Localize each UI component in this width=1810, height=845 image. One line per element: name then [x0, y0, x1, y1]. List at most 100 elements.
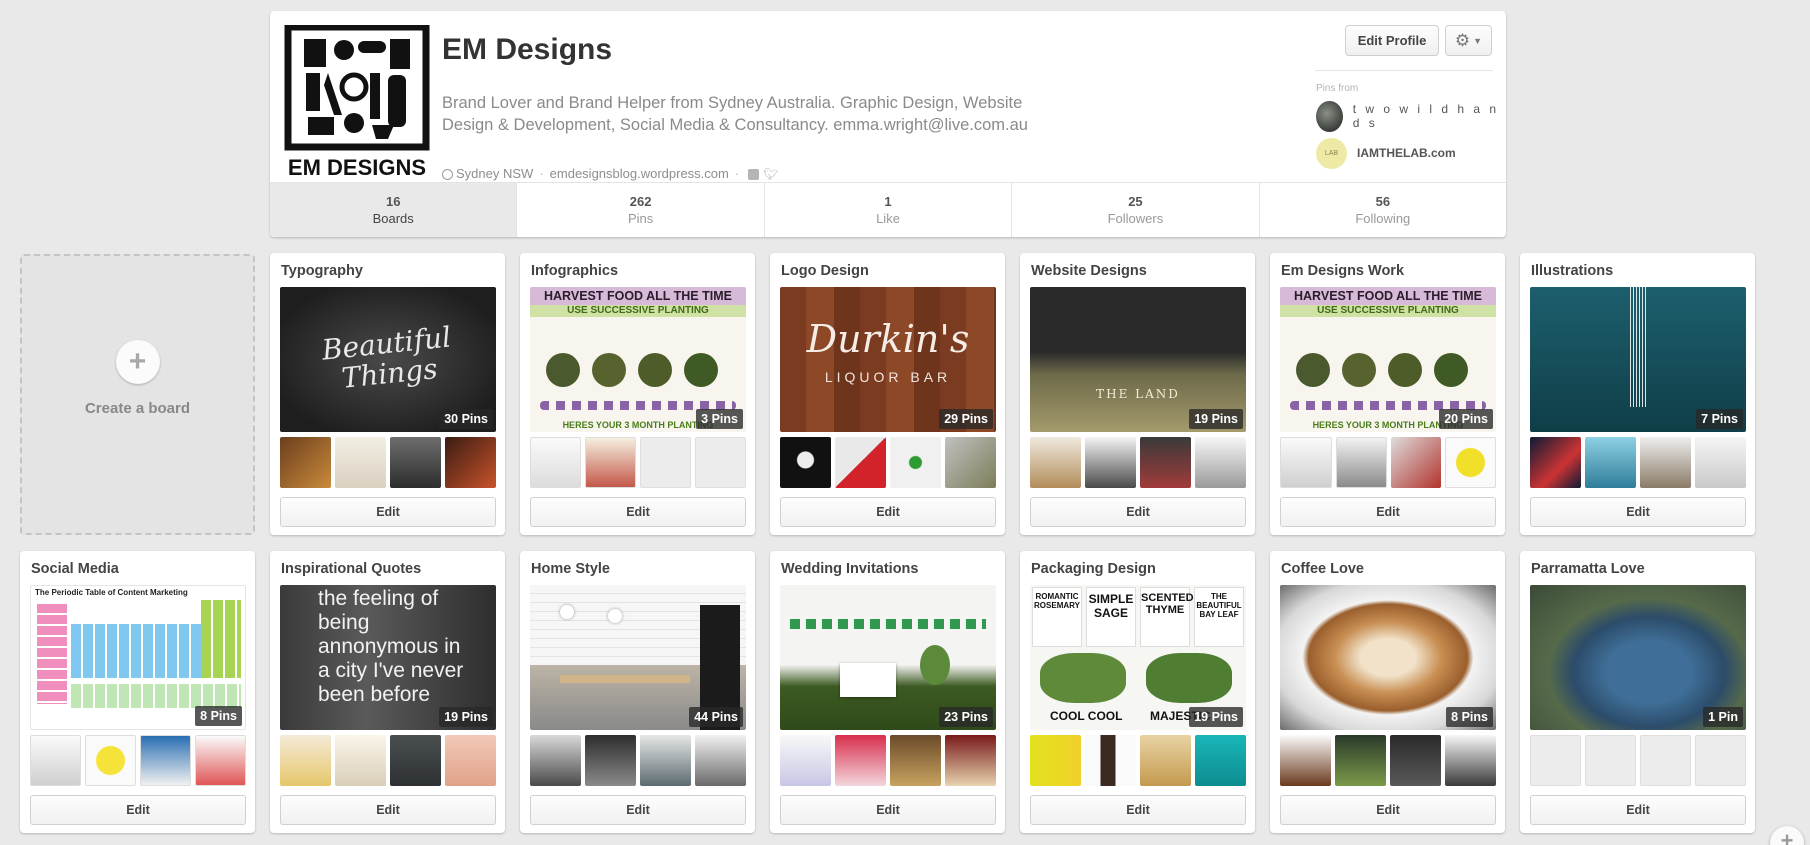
stat-boards[interactable]: 16 Boards: [270, 183, 518, 237]
board-edit-button[interactable]: Edit: [1280, 795, 1496, 825]
profile-avatar[interactable]: EM DESIGNS: [284, 25, 430, 181]
board-edit-button[interactable]: Edit: [1530, 497, 1746, 527]
twitter-icon[interactable]: 🐦︎: [763, 167, 778, 181]
board-cover[interactable]: The Periodic Table of Content Marketing …: [30, 585, 246, 730]
board-cover[interactable]: Beautiful Things 30 Pins: [280, 287, 496, 432]
edit-profile-button[interactable]: Edit Profile: [1345, 25, 1439, 56]
board-card[interactable]: Coffee Love 8 Pins Edit: [1270, 551, 1505, 833]
thumbnail[interactable]: [280, 735, 331, 786]
thumbnail[interactable]: [335, 735, 386, 786]
thumbnail[interactable]: [195, 735, 246, 786]
board-card[interactable]: Wedding Invitations 23 Pins Edit: [770, 551, 1005, 833]
board-card[interactable]: Infographics HARVEST FOOD ALL THE TIME U…: [520, 253, 755, 535]
thumbnail[interactable]: [1530, 437, 1581, 488]
board-cover[interactable]: 23 Pins: [780, 585, 996, 730]
thumbnail[interactable]: [1391, 437, 1441, 488]
board-card[interactable]: Packaging Design ROMANTIC ROSEMARY SIMPL…: [1020, 551, 1255, 833]
thumbnail[interactable]: [1640, 437, 1691, 488]
stat-followers[interactable]: 25 Followers: [1012, 183, 1260, 237]
settings-button[interactable]: ⚙ ▼: [1445, 25, 1492, 56]
thumbnail[interactable]: [945, 735, 996, 786]
thumbnail[interactable]: [640, 735, 691, 786]
thumbnail[interactable]: [1280, 437, 1332, 488]
thumbnail[interactable]: [1085, 735, 1136, 786]
thumbnail[interactable]: [835, 735, 886, 786]
board-edit-button[interactable]: Edit: [1030, 795, 1246, 825]
board-card[interactable]: Logo Design Durkin's LIQUOR BAR 29 Pins …: [770, 253, 1005, 535]
board-edit-button[interactable]: Edit: [280, 795, 496, 825]
thumbnail[interactable]: [1335, 735, 1386, 786]
board-card[interactable]: Parramatta Love 1 Pin Edit: [1520, 551, 1755, 833]
thumbnail[interactable]: [890, 437, 941, 488]
thumbnail[interactable]: [1695, 437, 1746, 488]
board-cover[interactable]: HARVEST FOOD ALL THE TIME USE SUCCESSIVE…: [530, 287, 746, 432]
board-cover[interactable]: 44 Pins: [530, 585, 746, 730]
board-edit-button[interactable]: Edit: [1030, 497, 1246, 527]
stat-following[interactable]: 56 Following: [1259, 183, 1506, 237]
stat-likes[interactable]: 1 Like: [764, 183, 1013, 237]
board-card[interactable]: Website Designs THE LAND 19 Pins Edit: [1020, 253, 1255, 535]
thumbnail[interactable]: [1585, 437, 1636, 488]
board-edit-button[interactable]: Edit: [530, 795, 746, 825]
thumbnail[interactable]: [280, 437, 331, 488]
thumbnail[interactable]: [390, 735, 441, 786]
board-edit-button[interactable]: Edit: [280, 497, 496, 527]
thumbnail[interactable]: [890, 735, 941, 786]
thumbnail[interactable]: [1195, 735, 1246, 786]
thumbnail[interactable]: [695, 735, 746, 786]
thumbnail[interactable]: [1444, 437, 1496, 488]
thumbnail[interactable]: [530, 735, 581, 786]
stat-pins[interactable]: 262 Pins: [517, 183, 765, 237]
thumbnail[interactable]: [85, 735, 136, 786]
board-cover[interactable]: 8 Pins: [1280, 585, 1496, 730]
thumbnail[interactable]: [1445, 735, 1496, 786]
board-edit-button[interactable]: Edit: [530, 497, 746, 527]
board-card[interactable]: Em Designs Work HARVEST FOOD ALL THE TIM…: [1270, 253, 1505, 535]
board-cover[interactable]: ROMANTIC ROSEMARY SIMPLE SAGE SCENTED TH…: [1030, 585, 1246, 730]
thumbnail[interactable]: [445, 437, 496, 488]
thumbnail[interactable]: [835, 437, 886, 488]
profile-website-link[interactable]: emdesignsblog.wordpress.com: [550, 166, 729, 181]
board-edit-button[interactable]: Edit: [30, 795, 246, 825]
thumbnail[interactable]: [530, 437, 581, 488]
thumbnail[interactable]: [1030, 735, 1081, 786]
thumbnail[interactable]: [1140, 735, 1191, 786]
thumbnail[interactable]: [140, 735, 191, 786]
board-edit-button[interactable]: Edit: [780, 497, 996, 527]
pins-from-item[interactable]: LAB IAMTHELAB.com: [1316, 137, 1506, 169]
thumbnail[interactable]: [1140, 437, 1191, 488]
board-edit-button[interactable]: Edit: [1280, 497, 1496, 527]
thumbnail[interactable]: [1030, 437, 1081, 488]
board-cover[interactable]: HARVEST FOOD ALL THE TIME USE SUCCESSIVE…: [1280, 287, 1496, 432]
thumbnail[interactable]: [445, 735, 496, 786]
thumbnail[interactable]: [335, 437, 386, 488]
board-card[interactable]: Inspirational Quotes the feeling of bein…: [270, 551, 505, 833]
thumbnail[interactable]: [30, 735, 81, 786]
facebook-icon[interactable]: [748, 169, 760, 180]
thumbnail[interactable]: [780, 735, 831, 786]
thumbnail[interactable]: [1085, 437, 1136, 488]
thumbnail[interactable]: [1280, 735, 1331, 786]
board-cover[interactable]: Durkin's LIQUOR BAR 29 Pins: [780, 287, 996, 432]
add-pin-button[interactable]: +: [1770, 826, 1804, 845]
board-edit-button[interactable]: Edit: [1530, 795, 1746, 825]
thumbnail[interactable]: [1195, 437, 1246, 488]
thumbnail[interactable]: [1335, 437, 1387, 488]
thumbnail[interactable]: [1390, 735, 1441, 786]
board-cover[interactable]: the feeling of being annonymous in a cit…: [280, 585, 496, 730]
thumbnail[interactable]: [945, 437, 996, 488]
board-card[interactable]: Illustrations 7 Pins Edit: [1520, 253, 1755, 535]
board-card[interactable]: Home Style 44 Pins Edit: [520, 551, 755, 833]
pins-from-item[interactable]: t w o w i l d h a n d s: [1316, 100, 1506, 132]
board-edit-button[interactable]: Edit: [780, 795, 996, 825]
thumbnail[interactable]: [585, 437, 636, 488]
board-card[interactable]: Typography Beautiful Things 30 Pins Edit: [270, 253, 505, 535]
thumbnail[interactable]: [585, 735, 636, 786]
board-cover[interactable]: 1 Pin: [1530, 585, 1746, 730]
create-board-button[interactable]: + Create a board: [20, 254, 255, 535]
board-card[interactable]: Social Media The Periodic Table of Conte…: [20, 551, 255, 833]
thumbnail[interactable]: [780, 437, 831, 488]
thumbnail[interactable]: [390, 437, 441, 488]
board-cover[interactable]: 7 Pins: [1530, 287, 1746, 432]
board-cover[interactable]: THE LAND 19 Pins: [1030, 287, 1246, 432]
